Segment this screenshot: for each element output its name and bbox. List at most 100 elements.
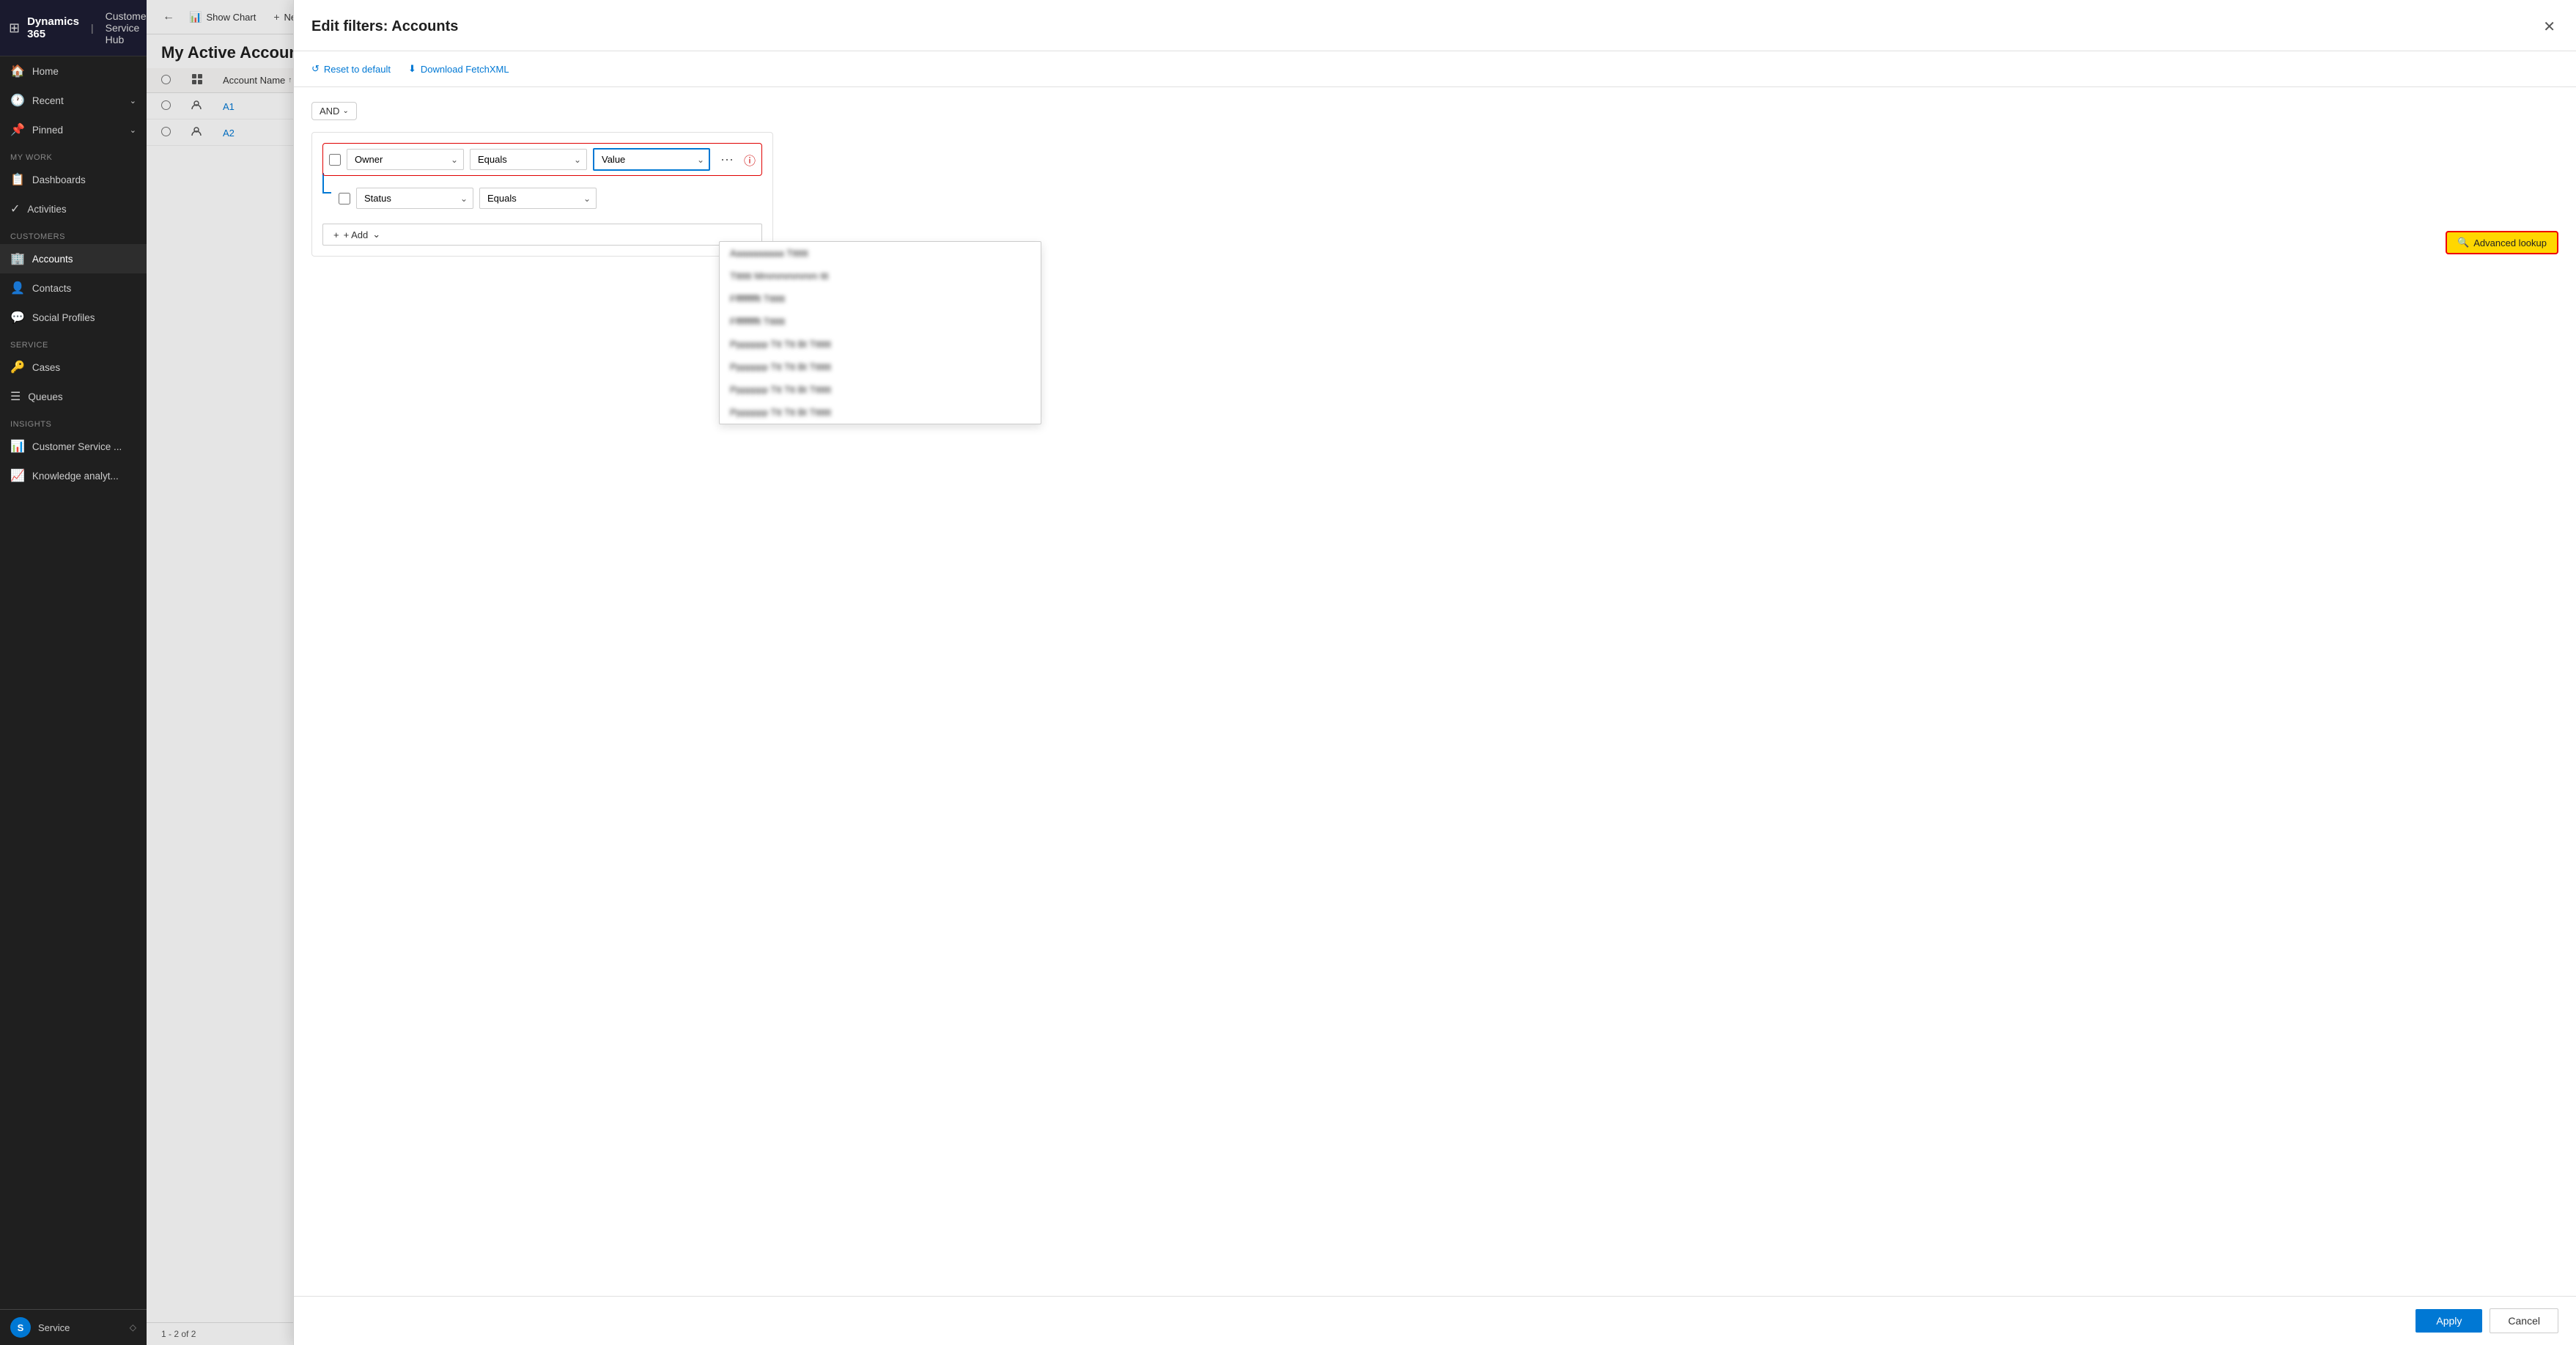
sidebar-item-pinned-label: Pinned <box>32 125 63 136</box>
dropdown-item-2[interactable]: Ttttttt Mmmmmmmm ttt <box>720 265 1041 287</box>
download-fetchxml-button[interactable]: ⬇ Download FetchXML <box>408 60 509 78</box>
add-icon: + <box>333 229 339 240</box>
filter-row-1-operator-wrapper: Equals <box>470 149 587 170</box>
download-label: Download FetchXML <box>421 64 509 75</box>
reset-icon: ↺ <box>311 63 320 75</box>
dashboards-icon: 📋 <box>10 172 25 187</box>
sidebar-item-contacts-label: Contacts <box>32 283 71 294</box>
knowledge-icon: 📈 <box>10 468 25 483</box>
dropdown-item-4[interactable]: Fffffffffft Ttttttt <box>720 310 1041 333</box>
add-label: + Add <box>344 229 369 240</box>
app-name: Dynamics 365 <box>27 15 79 40</box>
modal-close-button[interactable]: ✕ <box>2540 15 2558 39</box>
sidebar-item-recent-label: Recent <box>32 95 64 106</box>
filter-row-2-operator-select[interactable]: Equals <box>479 188 597 209</box>
filter-row-1-operator-select[interactable]: Equals <box>470 149 587 170</box>
and-chevron-icon: ⌄ <box>342 107 348 115</box>
sidebar-item-knowledge[interactable]: 📈 Knowledge analyt... <box>0 461 147 490</box>
sidebar-item-queues-label: Queues <box>28 391 62 402</box>
filter-row-2-field-wrapper: Status <box>356 188 473 209</box>
nav-bottom-diamond-icon: ◇ <box>130 1322 136 1333</box>
and-label: AND <box>320 106 339 117</box>
advanced-lookup-icon: 🔍 <box>2457 237 2469 248</box>
dropdown-item-8[interactable]: Ppppppp Ttt Ttt Bt Ttttttt <box>720 401 1041 424</box>
activities-icon: ✓ <box>10 202 20 216</box>
modal-panel: Edit filters: Accounts ✕ ↺ Reset to defa… <box>293 0 2576 1345</box>
cancel-button[interactable]: Cancel <box>2490 1308 2558 1333</box>
dropdown-item-7[interactable]: Ppppppp Ttt Ttt Bt Ttttttt <box>720 378 1041 401</box>
cases-icon: 🔑 <box>10 360 25 375</box>
sidebar-item-accounts[interactable]: 🏢 Accounts <box>0 244 147 273</box>
sidebar-item-recent[interactable]: 🕐 Recent ⌄ <box>0 86 147 115</box>
sidebar-item-home-label: Home <box>32 66 59 77</box>
modal-title: Edit filters: Accounts <box>311 18 458 35</box>
add-row-button[interactable]: + + Add ⌄ <box>322 224 762 246</box>
apply-button[interactable]: Apply <box>2416 1309 2482 1333</box>
sidebar-item-pinned[interactable]: 📌 Pinned ⌄ <box>0 115 147 144</box>
sidebar-item-knowledge-label: Knowledge analyt... <box>32 471 119 482</box>
nav-top-bar: ⊞ Dynamics 365 | Customer Service Hub <box>0 0 147 56</box>
filter-row-2-wrapper: Status Equals <box>322 183 762 213</box>
sidebar-item-dashboards-label: Dashboards <box>32 174 86 185</box>
sidebar-item-customer-service-label: Customer Service ... <box>32 441 122 452</box>
filter-row-1-value-select[interactable]: Value <box>593 148 710 171</box>
filter-group: Owner Equals Value <box>311 132 773 257</box>
dropdown-list: Aaaaaaaaaa Ttttttt Ttttttt Mmmmmmmm ttt … <box>719 241 1041 424</box>
pinned-chevron-icon: ⌄ <box>130 125 136 135</box>
accounts-icon: 🏢 <box>10 251 25 266</box>
customer-service-icon: 📊 <box>10 439 25 454</box>
modal-footer: Apply Cancel <box>294 1296 2576 1345</box>
and-badge[interactable]: AND ⌄ <box>311 102 357 120</box>
queues-icon: ☰ <box>10 389 21 404</box>
contacts-icon: 👤 <box>10 281 25 295</box>
sidebar-item-contacts[interactable]: 👤 Contacts <box>0 273 147 303</box>
recent-chevron-icon: ⌄ <box>130 96 136 106</box>
recent-icon: 🕐 <box>10 93 25 108</box>
sidebar-item-activities[interactable]: ✓ Activities <box>0 194 147 224</box>
avatar: S <box>10 1317 31 1338</box>
modal-overlay: Edit filters: Accounts ✕ ↺ Reset to defa… <box>147 0 2576 1345</box>
filter-row-1-more-button[interactable]: ··· <box>716 150 738 169</box>
filter-row-1-checkbox[interactable] <box>329 154 341 166</box>
filter-row-2-field-select[interactable]: Status <box>356 188 473 209</box>
dropdown-item-1[interactable]: Aaaaaaaaaa Ttttttt <box>720 242 1041 265</box>
reset-to-default-button[interactable]: ↺ Reset to default <box>311 60 391 78</box>
dropdown-item-6[interactable]: Ppppppp Ttt Ttt Bt Ttttttt <box>720 355 1041 378</box>
customers-section-label: Customers <box>0 224 147 244</box>
sidebar-item-cases-label: Cases <box>32 362 60 373</box>
app-module: Customer Service Hub <box>106 10 147 45</box>
modal-body: AND ⌄ Owner <box>294 87 2576 1296</box>
sidebar-item-dashboards[interactable]: 📋 Dashboards <box>0 165 147 194</box>
sidebar-item-social-profiles-label: Social Profiles <box>32 312 95 323</box>
sidebar-item-cases[interactable]: 🔑 Cases <box>0 353 147 382</box>
download-icon: ⬇ <box>408 63 416 75</box>
filter-row-2-checkbox[interactable] <box>339 193 350 204</box>
nav-sidebar: ⊞ Dynamics 365 | Customer Service Hub 🏠 … <box>0 0 147 1345</box>
sidebar-item-customer-service[interactable]: 📊 Customer Service ... <box>0 432 147 461</box>
sidebar-item-accounts-label: Accounts <box>32 254 73 265</box>
main-area: ← 📊 Show Chart + New 🗑 Delete My Active … <box>147 0 2576 1345</box>
nav-bottom-label: Service <box>38 1322 70 1333</box>
pin-icon: 📌 <box>10 122 25 137</box>
dropdown-item-3[interactable]: Fffffffffft Ttttttt <box>720 287 1041 310</box>
my-work-section-label: My Work <box>0 144 147 165</box>
filter-row-1-field-select[interactable]: Owner <box>347 149 464 170</box>
filter-row-1-warning-icon: ⓘ <box>744 151 756 169</box>
add-chevron-icon: ⌄ <box>372 229 380 240</box>
sidebar-item-activities-label: Activities <box>27 204 66 215</box>
filter-row-1-value-wrapper: Value <box>593 148 710 171</box>
filter-row-2-operator-wrapper: Equals <box>479 188 597 209</box>
advanced-lookup-label: Advanced lookup <box>2473 237 2547 248</box>
filter-row-1: Owner Equals Value <box>322 143 762 176</box>
filter-row-2: Status Equals <box>336 183 599 213</box>
nav-bottom-service[interactable]: S Service ◇ <box>0 1309 147 1345</box>
sidebar-item-queues[interactable]: ☰ Queues <box>0 382 147 411</box>
social-profiles-icon: 💬 <box>10 310 25 325</box>
dropdown-item-5[interactable]: Ppppppp Ttt Ttt Bt Ttttttt <box>720 333 1041 355</box>
sidebar-item-social-profiles[interactable]: 💬 Social Profiles <box>0 303 147 332</box>
grid-icon[interactable]: ⊞ <box>9 21 20 36</box>
filter-row-1-field-wrapper: Owner <box>347 149 464 170</box>
insights-section-label: Insights <box>0 411 147 432</box>
sidebar-item-home[interactable]: 🏠 Home <box>0 56 147 86</box>
advanced-lookup-badge[interactable]: 🔍 Advanced lookup <box>2446 231 2558 254</box>
